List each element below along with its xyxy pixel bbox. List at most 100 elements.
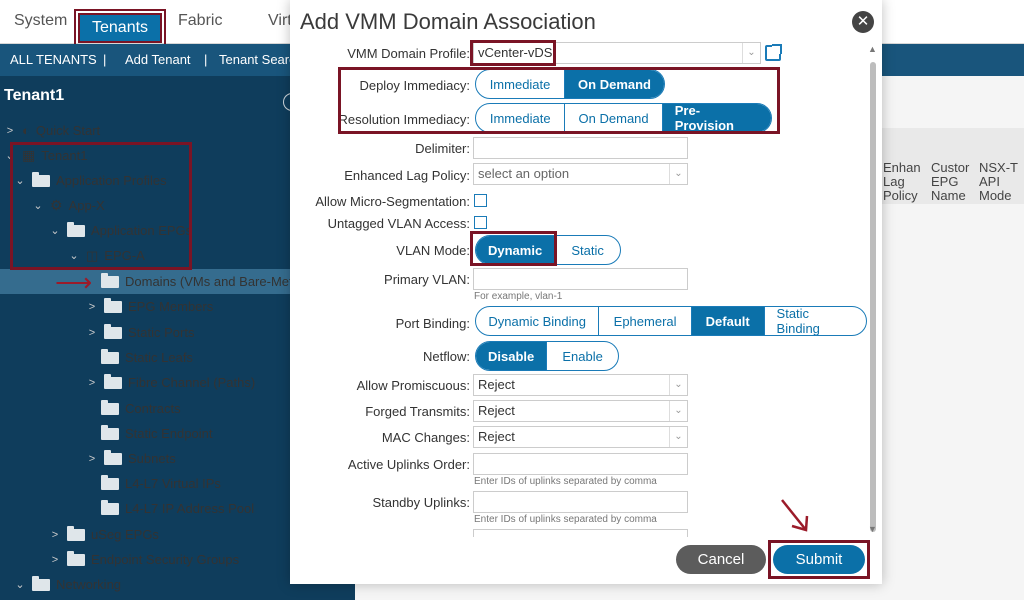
chevron-right-icon[interactable]: > bbox=[86, 377, 98, 389]
tree-item-endpoint-security-groups[interactable]: > Endpoint Security Groups bbox=[49, 547, 239, 572]
vlan-mode-static[interactable]: Static bbox=[555, 236, 620, 264]
folder-icon bbox=[101, 348, 119, 364]
chevron-right-icon[interactable]: > bbox=[86, 301, 98, 313]
tree-item-quick-start[interactable]: > ◐ Quick Start bbox=[4, 118, 100, 143]
forged-transmits-value: Reject bbox=[478, 403, 515, 418]
port-binding-ephemeral[interactable]: Ephemeral bbox=[599, 307, 692, 335]
delimiter-input[interactable] bbox=[473, 137, 688, 159]
separator: | bbox=[103, 52, 107, 67]
standby-uplinks-label: Standby Uplinks: bbox=[372, 495, 470, 510]
all-tenants-link[interactable]: ALL TENANTS bbox=[10, 52, 97, 67]
chevron-down-icon[interactable]: ⌄ bbox=[669, 164, 687, 184]
chevron-down-icon[interactable]: ⌄ bbox=[669, 375, 687, 395]
tree-item-label: uSeg EPGs bbox=[91, 527, 159, 542]
next-field-input[interactable] bbox=[473, 529, 688, 537]
netflow-enable[interactable]: Enable bbox=[547, 342, 618, 370]
tree-item-label: Fibre Channel (Paths) bbox=[128, 375, 256, 390]
tree-item-static-endpoint[interactable]: Static Endpoint bbox=[101, 421, 212, 446]
folder-icon bbox=[104, 449, 122, 465]
folder-icon bbox=[67, 550, 85, 566]
chevron-right-icon[interactable]: > bbox=[49, 529, 61, 541]
tree-item-epg-members[interactable]: > EPG Members bbox=[86, 294, 213, 319]
dialog-scrollbar[interactable]: ▲ ▼ bbox=[868, 44, 877, 534]
untagged-vlan-checkbox[interactable] bbox=[474, 216, 487, 229]
folder-icon bbox=[101, 424, 119, 440]
chevron-down-icon[interactable]: ⌄ bbox=[742, 43, 760, 63]
annotation-arrow-icon bbox=[781, 499, 809, 532]
tree-item-label: Static Endpoint bbox=[125, 426, 213, 441]
tab-fabric[interactable]: Fabric bbox=[170, 8, 230, 34]
chevron-down-icon[interactable]: ⌄ bbox=[669, 427, 687, 447]
mac-changes-select[interactable]: Reject ⌄ bbox=[473, 426, 688, 448]
chevron-right-icon[interactable]: > bbox=[4, 125, 16, 137]
standby-uplinks-input[interactable] bbox=[473, 491, 688, 513]
tree-item-networking[interactable]: ⌄ Networking bbox=[14, 572, 121, 597]
folder-icon bbox=[67, 525, 85, 541]
dialog-title: Add VMM Domain Association bbox=[300, 9, 596, 34]
add-tenant-link[interactable]: Add Tenant bbox=[125, 52, 191, 67]
netflow-disable[interactable]: Disable bbox=[476, 342, 548, 370]
standby-uplinks-hint: Enter IDs of uplinks separated by comma bbox=[474, 514, 657, 525]
untagged-vlan-label: Untagged VLAN Access: bbox=[327, 216, 470, 231]
forged-transmits-select[interactable]: Reject ⌄ bbox=[473, 400, 688, 422]
close-icon[interactable]: ✕ bbox=[852, 11, 874, 33]
tree-item-label: Endpoint Security Groups bbox=[91, 552, 240, 567]
quick-start-icon: ◐ bbox=[22, 123, 30, 138]
port-binding-default[interactable]: Default bbox=[691, 307, 765, 335]
scroll-up-icon[interactable]: ▲ bbox=[868, 44, 877, 54]
scroll-down-icon[interactable]: ▼ bbox=[868, 524, 877, 534]
tab-tenants[interactable]: Tenants bbox=[73, 9, 167, 47]
port-binding-dynamic[interactable]: Dynamic Binding bbox=[476, 307, 600, 335]
scrollbar-thumb[interactable] bbox=[870, 62, 876, 532]
chevron-down-icon[interactable]: ⌄ bbox=[14, 578, 26, 591]
lag-policy-label: Enhanced Lag Policy: bbox=[344, 168, 470, 183]
tree-item-l4l7-virtual-ips[interactable]: L4-L7 Virtual IPs bbox=[101, 471, 221, 496]
port-binding-static[interactable]: Static Binding bbox=[765, 307, 866, 335]
folder-icon bbox=[104, 373, 122, 389]
folder-icon bbox=[32, 575, 50, 591]
sidebar-title: Tenant1 bbox=[4, 87, 65, 104]
tree-item-l4l7-ip-pool[interactable]: L4-L7 IP Address Pool bbox=[101, 496, 254, 521]
external-link-icon[interactable] bbox=[765, 44, 782, 61]
tree-item-static-leafs[interactable]: Static Leafs bbox=[101, 345, 193, 370]
tree-item-subnets[interactable]: > Subnets bbox=[86, 446, 176, 471]
tree-item-label: Static Ports bbox=[128, 325, 195, 340]
micro-segmentation-checkbox[interactable] bbox=[474, 194, 487, 207]
port-binding-label: Port Binding: bbox=[395, 316, 470, 331]
tree-item-label: EPG Members bbox=[128, 299, 214, 314]
forged-transmits-label: Forged Transmits: bbox=[365, 404, 470, 419]
tree-item-label: Contracts bbox=[125, 401, 181, 416]
tab-system[interactable]: System bbox=[6, 8, 75, 34]
tree-item-label: L4-L7 Virtual IPs bbox=[125, 476, 221, 491]
tenant-search-link[interactable]: Tenant Searc bbox=[219, 52, 296, 67]
chevron-right-icon[interactable]: > bbox=[86, 453, 98, 465]
promiscuous-select[interactable]: Reject ⌄ bbox=[473, 374, 688, 396]
tree-item-label: Networking bbox=[56, 577, 122, 592]
tree-item-contracts[interactable]: Contracts bbox=[101, 396, 181, 421]
primary-vlan-input[interactable] bbox=[473, 268, 688, 290]
mac-changes-label: MAC Changes: bbox=[381, 430, 470, 445]
lag-policy-select[interactable]: select an option ⌄ bbox=[473, 163, 688, 185]
active-uplinks-hint: Enter IDs of uplinks separated by comma bbox=[474, 476, 657, 487]
chevron-down-icon[interactable]: ⌄ bbox=[669, 401, 687, 421]
tree-item-fibre-channel[interactable]: > Fibre Channel (Paths) bbox=[86, 370, 255, 395]
vlan-mode-label: VLAN Mode: bbox=[396, 243, 470, 258]
annotation-highlight-box bbox=[470, 231, 557, 266]
cancel-button[interactable]: Cancel bbox=[676, 545, 766, 574]
netflow-toggle[interactable]: Disable Enable bbox=[475, 341, 619, 371]
vmm-profile-label: VMM Domain Profile: bbox=[347, 46, 470, 61]
folder-icon bbox=[101, 499, 119, 515]
active-uplinks-label: Active Uplinks Order: bbox=[347, 457, 470, 472]
separator: | bbox=[204, 52, 208, 67]
tree-item-static-ports[interactable]: > Static Ports bbox=[86, 320, 194, 345]
active-uplinks-input[interactable] bbox=[473, 453, 688, 475]
annotation-highlight-box bbox=[768, 540, 870, 579]
annotation-highlight-box bbox=[10, 142, 192, 270]
netflow-label: Netflow: bbox=[423, 349, 470, 364]
micro-segmentation-label: Allow Micro-Segmentation: bbox=[315, 194, 470, 209]
tree-item-useg-epgs[interactable]: > uSeg EPGs bbox=[49, 522, 159, 547]
port-binding-toggle[interactable]: Dynamic Binding Ephemeral Default Static… bbox=[475, 306, 867, 336]
column-header: Custor EPG Name bbox=[931, 160, 970, 203]
chevron-right-icon[interactable]: > bbox=[86, 327, 98, 339]
chevron-right-icon[interactable]: > bbox=[49, 554, 61, 566]
